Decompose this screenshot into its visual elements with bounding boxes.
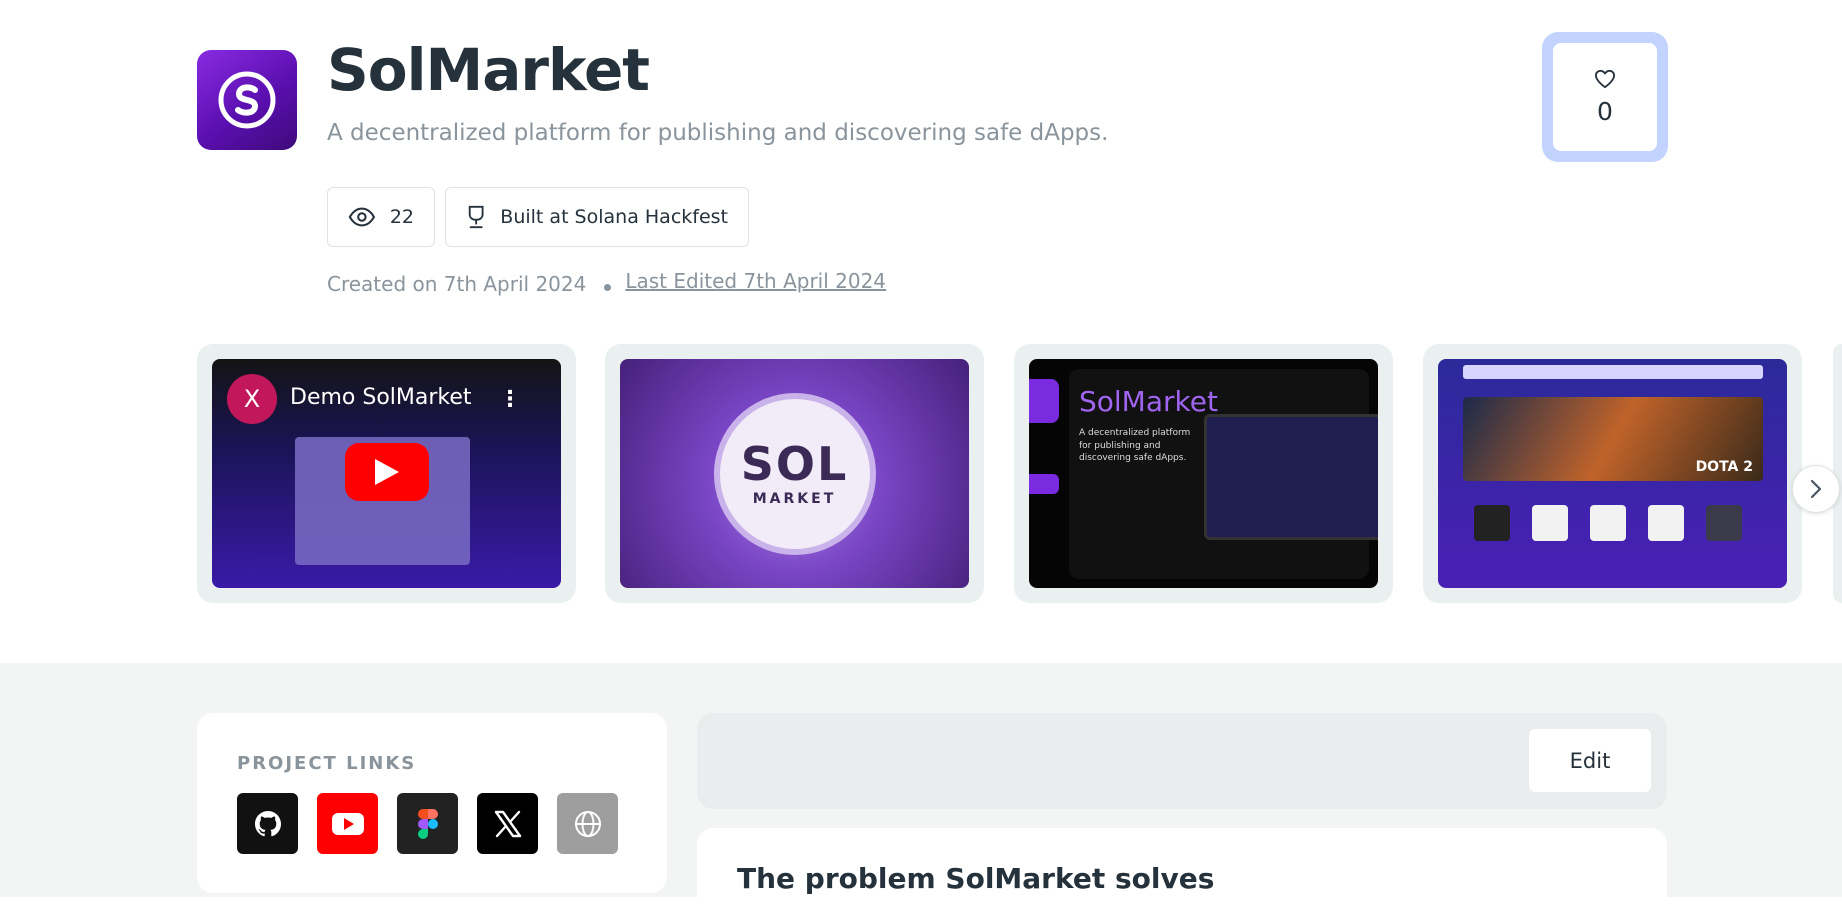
promo-logo-icon (1029, 379, 1059, 423)
project-links-card: PROJECT LINKS (197, 713, 667, 893)
like-count: 0 (1597, 96, 1613, 126)
hackathon-label: Built at Solana Hackfest (500, 206, 728, 228)
editor-toolbar: Edit (697, 713, 1667, 809)
gallery-item-promo[interactable]: SolMarket A decentralized platform for p… (1014, 344, 1393, 603)
logo-image[interactable]: SOL MARKET (620, 359, 969, 588)
promo-brand: SolMarket (1079, 385, 1218, 418)
video-title: Demo SolMarket (290, 385, 472, 410)
screenshot-hero: DOTA 2 (1463, 397, 1763, 481)
game-tile (1590, 505, 1626, 541)
like-button-inner[interactable]: 0 (1553, 43, 1657, 151)
badge-subword: MARKET (752, 490, 837, 507)
project-tagline: A decentralized platform for publishing … (327, 120, 1109, 146)
created-date: Created on 7th April 2024 (327, 272, 587, 296)
laptop-mockup (1204, 414, 1378, 540)
play-button[interactable] (345, 443, 429, 501)
globe-icon (574, 810, 601, 837)
channel-avatar: X (227, 374, 277, 424)
game-tile (1648, 505, 1684, 541)
figma-icon (417, 808, 438, 839)
views-count: 22 (389, 206, 414, 228)
project-title: SolMarket (327, 36, 650, 104)
figma-link[interactable] (397, 793, 458, 854)
hackathon-badge[interactable]: Built at Solana Hackfest (445, 187, 749, 247)
badge-word: SOL (740, 436, 849, 491)
heart-icon (1594, 69, 1615, 88)
x-icon (494, 810, 521, 837)
trophy-icon (468, 205, 484, 229)
eye-icon (348, 207, 376, 227)
promo-description: A decentralized platform for publishing … (1079, 428, 1191, 464)
solmarket-logo-icon (218, 71, 276, 129)
separator-dot (604, 283, 612, 291)
game-tile (1532, 505, 1568, 541)
youtube-icon (331, 812, 364, 835)
problem-section-card: The problem SolMarket solves (697, 828, 1667, 908)
website-link[interactable] (557, 793, 618, 854)
promo-nav-button (1029, 474, 1059, 494)
github-link[interactable] (237, 793, 298, 854)
problem-section-heading: The problem SolMarket solves (737, 862, 1215, 895)
x-link[interactable] (477, 793, 538, 854)
game-tile (1474, 505, 1510, 541)
screenshot-navbar (1463, 365, 1763, 379)
project-links-heading: PROJECT LINKS (237, 753, 417, 774)
kebab-menu-icon[interactable]: ⋮ (499, 387, 521, 412)
github-icon (254, 810, 281, 836)
sol-market-badge: SOL MARKET (713, 392, 876, 555)
promo-image[interactable]: SolMarket A decentralized platform for p… (1029, 359, 1378, 588)
play-icon (375, 459, 399, 485)
game-tile (1706, 505, 1742, 541)
views-badge: 22 (327, 187, 435, 247)
project-dates: Created on 7th April 2024 Last Edited 7t… (327, 269, 886, 296)
like-button[interactable]: 0 (1542, 32, 1668, 162)
hero-game-label: DOTA 2 (1695, 459, 1753, 475)
gallery-item-logo[interactable]: SOL MARKET (605, 344, 984, 603)
project-logo (197, 50, 297, 150)
last-edited-link[interactable]: Last Edited 7th April 2024 (625, 269, 886, 293)
screenshot-game-tiles (1474, 505, 1742, 541)
app-screenshot[interactable]: DOTA 2 (1438, 359, 1787, 588)
youtube-link[interactable] (317, 793, 378, 854)
gallery-item-screenshot[interactable]: DOTA 2 (1423, 344, 1802, 603)
gallery-item-video[interactable]: X Demo SolMarket ⋮ (197, 344, 576, 603)
edit-button[interactable]: Edit (1529, 729, 1651, 792)
video-thumbnail[interactable]: X Demo SolMarket ⋮ (212, 359, 561, 588)
chevron-right-icon (1810, 479, 1822, 499)
gallery-next-button[interactable] (1792, 465, 1840, 513)
